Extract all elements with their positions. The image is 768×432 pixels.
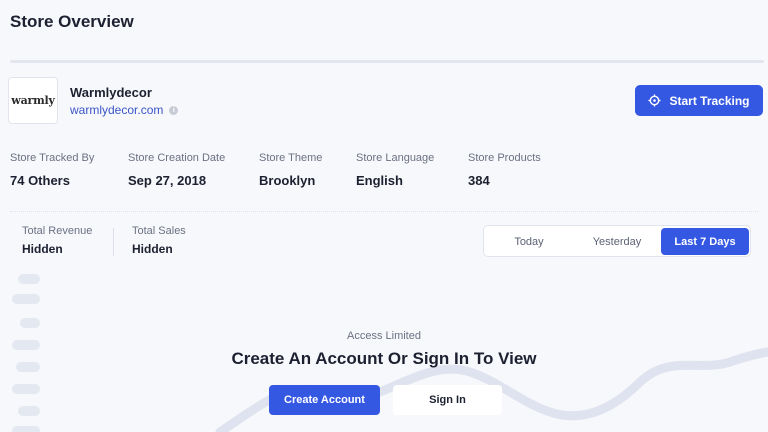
metric-divider: [113, 228, 114, 256]
sign-in-button[interactable]: Sign In: [393, 385, 502, 415]
stat-tracked-by: Store Tracked By 74 Others: [10, 152, 94, 188]
metric-total-revenue: Total Revenue Hidden: [22, 225, 92, 256]
title-divider: [10, 60, 764, 63]
stat-label: Store Theme: [259, 152, 323, 164]
start-tracking-button[interactable]: Start Tracking: [635, 85, 763, 116]
stat-value: 74 Others: [10, 173, 70, 188]
stat-language: Store Language English: [356, 152, 434, 188]
access-limited-overlay: Access Limited Create An Account Or Sign…: [0, 330, 768, 369]
metric-label: Total Revenue: [22, 225, 93, 237]
range-today-button[interactable]: Today: [486, 228, 572, 255]
stat-theme: Store Theme Brooklyn: [259, 152, 322, 188]
metric-value: Hidden: [132, 242, 173, 256]
metric-total-sales: Total Sales Hidden: [132, 225, 186, 256]
store-url-row: warmlydecor.com i: [70, 103, 179, 117]
store-name: Warmlydecor: [70, 85, 152, 100]
page-title: Store Overview: [10, 12, 134, 31]
stat-products: Store Products 384: [468, 152, 541, 188]
store-logo-text: warmly: [11, 94, 55, 107]
range-last-7-days-button[interactable]: Last 7 Days: [661, 228, 749, 255]
create-account-button[interactable]: Create Account: [269, 385, 380, 415]
stat-creation-date: Store Creation Date Sep 27, 2018: [128, 152, 225, 188]
stat-value: English: [356, 173, 403, 188]
section-divider: [10, 211, 758, 212]
stat-label: Store Tracked By: [10, 152, 95, 164]
stat-value: Sep 27, 2018: [128, 173, 207, 188]
store-url-link[interactable]: warmlydecor.com: [70, 103, 163, 117]
range-yesterday-button[interactable]: Yesterday: [574, 228, 660, 255]
metric-label: Total Sales: [132, 225, 186, 237]
crosshair-icon: [648, 94, 662, 107]
metric-value: Hidden: [22, 242, 63, 256]
stat-label: Store Language: [356, 152, 435, 164]
stat-value: 384: [468, 173, 490, 188]
date-range-selector: Today Yesterday Last 7 Days: [483, 225, 751, 257]
start-tracking-label: Start Tracking: [669, 93, 750, 108]
stat-value: Brooklyn: [259, 173, 316, 188]
store-logo: warmly: [8, 77, 58, 124]
stat-label: Store Creation Date: [128, 152, 226, 164]
info-icon[interactable]: i: [169, 105, 179, 115]
access-title: Create An Account Or Sign In To View: [231, 349, 537, 368]
access-subtitle: Access Limited: [347, 330, 421, 342]
stat-label: Store Products: [468, 152, 541, 164]
